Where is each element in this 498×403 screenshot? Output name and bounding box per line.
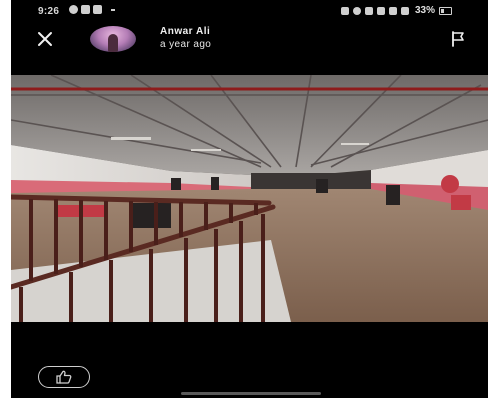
like-button[interactable]: [38, 366, 90, 388]
alarm-icon: [340, 6, 349, 15]
status-bar: 9:26 33%: [11, 0, 488, 22]
post-timestamp: a year ago: [160, 39, 212, 50]
battery-percent: 33%: [414, 5, 435, 16]
more-notifications-icon: [111, 8, 115, 11]
avatar[interactable]: [90, 26, 136, 52]
data-icon: [364, 6, 373, 15]
report-button[interactable]: [450, 31, 466, 47]
post-photo[interactable]: [11, 75, 488, 322]
flag-icon: [452, 31, 464, 47]
status-time: 9:26: [38, 6, 60, 17]
notification-icons: [69, 5, 115, 14]
wifi-icon: [376, 6, 385, 15]
author-name[interactable]: Anwar Ali: [160, 26, 210, 37]
location-icon: [352, 6, 361, 15]
gallery-icon: [93, 5, 102, 14]
close-button[interactable]: [34, 28, 56, 50]
system-icons: 33%: [340, 5, 452, 16]
whatsapp-icon: [69, 5, 78, 14]
home-indicator[interactable]: [181, 392, 321, 395]
thumbs-up-icon: [56, 370, 72, 384]
close-icon: [38, 32, 52, 46]
signal-2-icon: [400, 6, 409, 15]
app-screen: 9:26 33% Anwar Ali a year ago: [11, 0, 488, 398]
signal-icon: [388, 6, 397, 15]
mail-icon: [81, 5, 90, 14]
hall-photo-illustration: [11, 75, 488, 322]
battery-icon: [439, 6, 452, 15]
post-header: Anwar Ali a year ago: [11, 22, 488, 60]
